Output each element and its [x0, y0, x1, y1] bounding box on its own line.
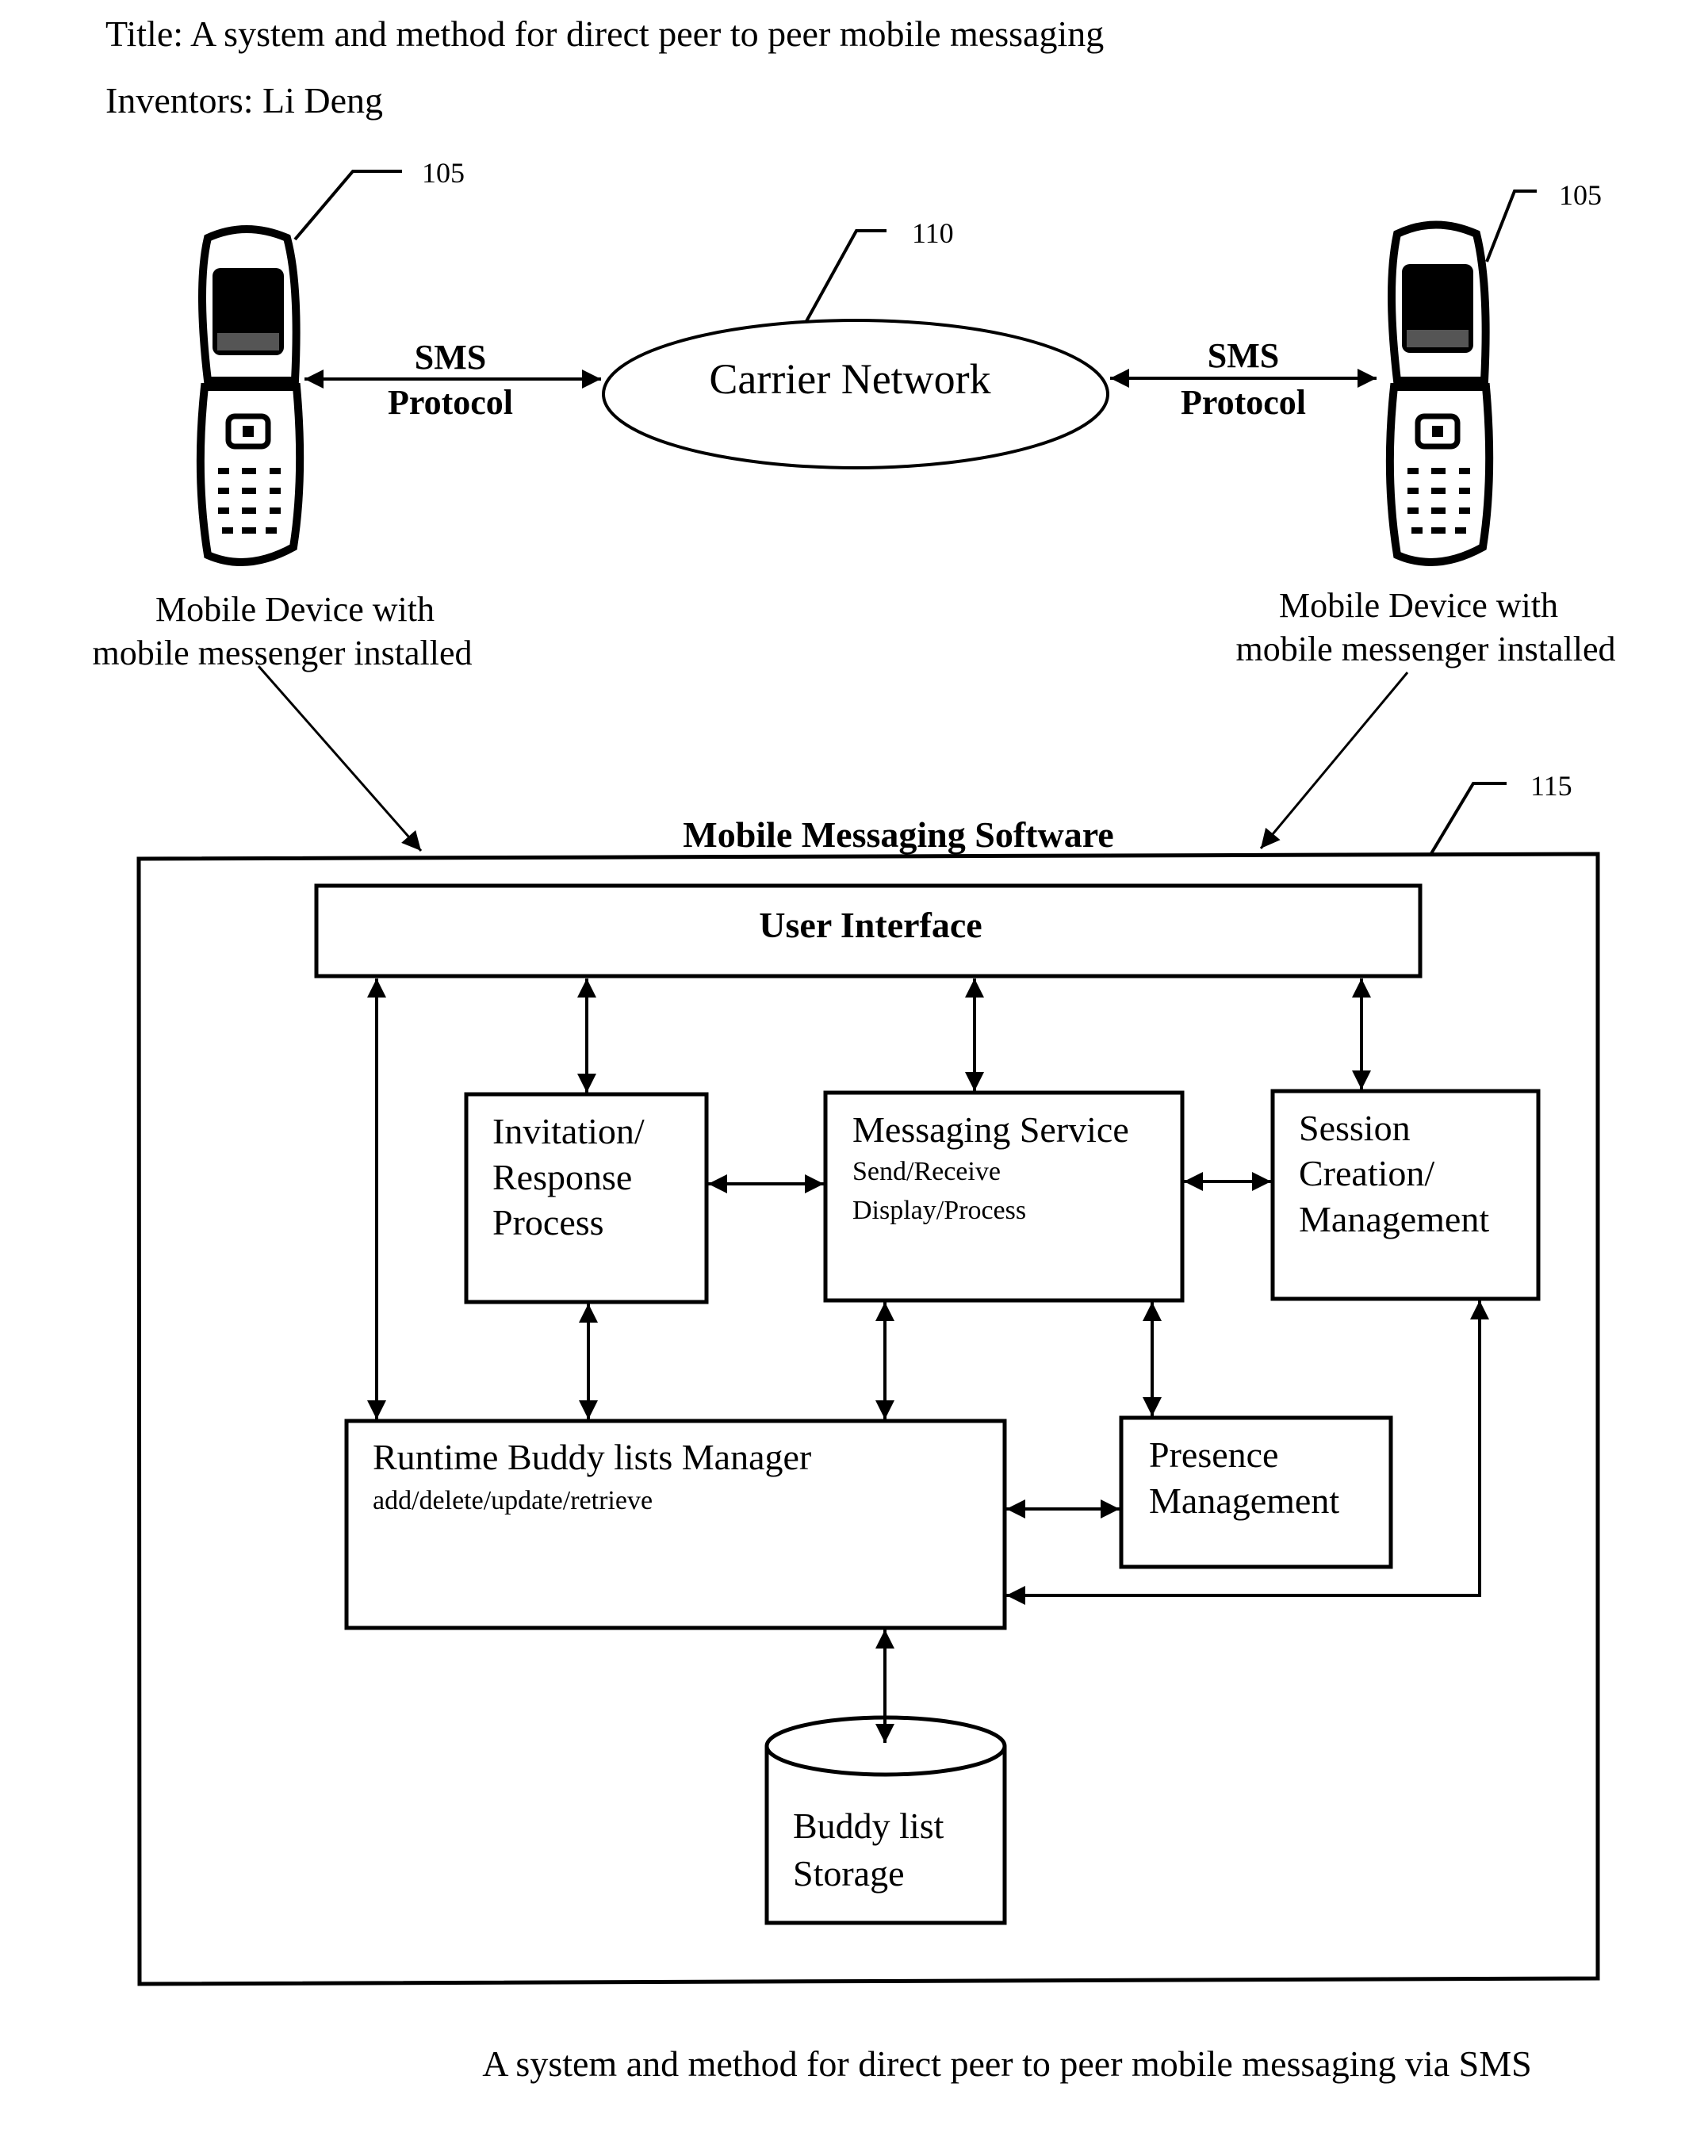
user-interface-label: User Interface: [759, 905, 982, 945]
invitation-line3: Process: [492, 1202, 604, 1243]
storage-line2: Storage: [793, 1853, 905, 1894]
buddy-manager-sub: add/delete/update/retrieve: [373, 1486, 653, 1515]
software-title: Mobile Messaging Software: [683, 814, 1113, 855]
patent-figure: Title: A system and method for direct pe…: [93, 13, 1616, 2084]
left-sms-link: SMS Protocol: [304, 338, 601, 422]
right-device-label-line2: mobile messenger installed: [1236, 630, 1616, 668]
storage-line1: Buddy list: [793, 1806, 944, 1846]
flip-phone-icon: [196, 225, 304, 566]
carrier-network-ref: 110: [912, 217, 954, 249]
carrier-network-ref-leader: [805, 229, 887, 322]
flip-phone-icon: [1385, 220, 1494, 566]
mobile-messaging-software: Mobile Messaging Software 115 User Inter…: [136, 770, 1600, 1986]
right-device-to-software-arrow: [1259, 672, 1409, 849]
software-ref: 115: [1530, 770, 1572, 802]
carrier-network-label: Carrier Network: [709, 355, 990, 403]
left-device-label-line2: mobile messenger installed: [93, 634, 473, 672]
left-device-ref: 105: [422, 157, 465, 189]
carrier-network: Carrier Network 110: [602, 217, 1109, 469]
messaging-service-sub1: Send/Receive: [852, 1157, 1001, 1186]
left-protocol-label: Protocol: [388, 383, 513, 422]
buddy-list-storage: Buddy list Storage: [764, 1715, 1007, 1925]
session-line1: Session: [1299, 1108, 1411, 1148]
messaging-service-title: Messaging Service: [852, 1109, 1129, 1150]
inventors: Inventors: Li Deng: [105, 80, 383, 121]
right-protocol-label: Protocol: [1181, 383, 1306, 422]
right-device-ref: 105: [1559, 179, 1602, 211]
buddy-manager-title: Runtime Buddy lists Manager: [373, 1437, 811, 1477]
left-sms-label: SMS: [415, 338, 486, 377]
invitation-line2: Response: [492, 1157, 632, 1197]
right-device-label-line1: Mobile Device with: [1279, 586, 1558, 625]
left-device-ref-leader: [293, 170, 402, 241]
left-device-label-line1: Mobile Device with: [155, 590, 435, 629]
messaging-service-sub2: Display/Process: [852, 1196, 1026, 1225]
right-sms-link: SMS Protocol: [1110, 336, 1377, 422]
session-line3: Management: [1299, 1199, 1489, 1239]
left-device-to-software-arrow: [257, 665, 423, 852]
presence-line2: Management: [1149, 1480, 1339, 1521]
presence-line1: Presence: [1149, 1434, 1278, 1475]
right-mobile-device: 105 Mobile Device with mobile messenger …: [1236, 179, 1616, 668]
session-line2: Creation/: [1299, 1153, 1434, 1193]
software-ref-leader: [1429, 782, 1507, 856]
figure-caption: A system and method for direct peer to p…: [482, 2043, 1532, 2084]
patent-title: Title: A system and method for direct pe…: [105, 13, 1104, 54]
invitation-line1: Invitation/: [492, 1111, 645, 1151]
right-device-ref-leader: [1485, 190, 1537, 262]
right-sms-label: SMS: [1208, 336, 1279, 375]
